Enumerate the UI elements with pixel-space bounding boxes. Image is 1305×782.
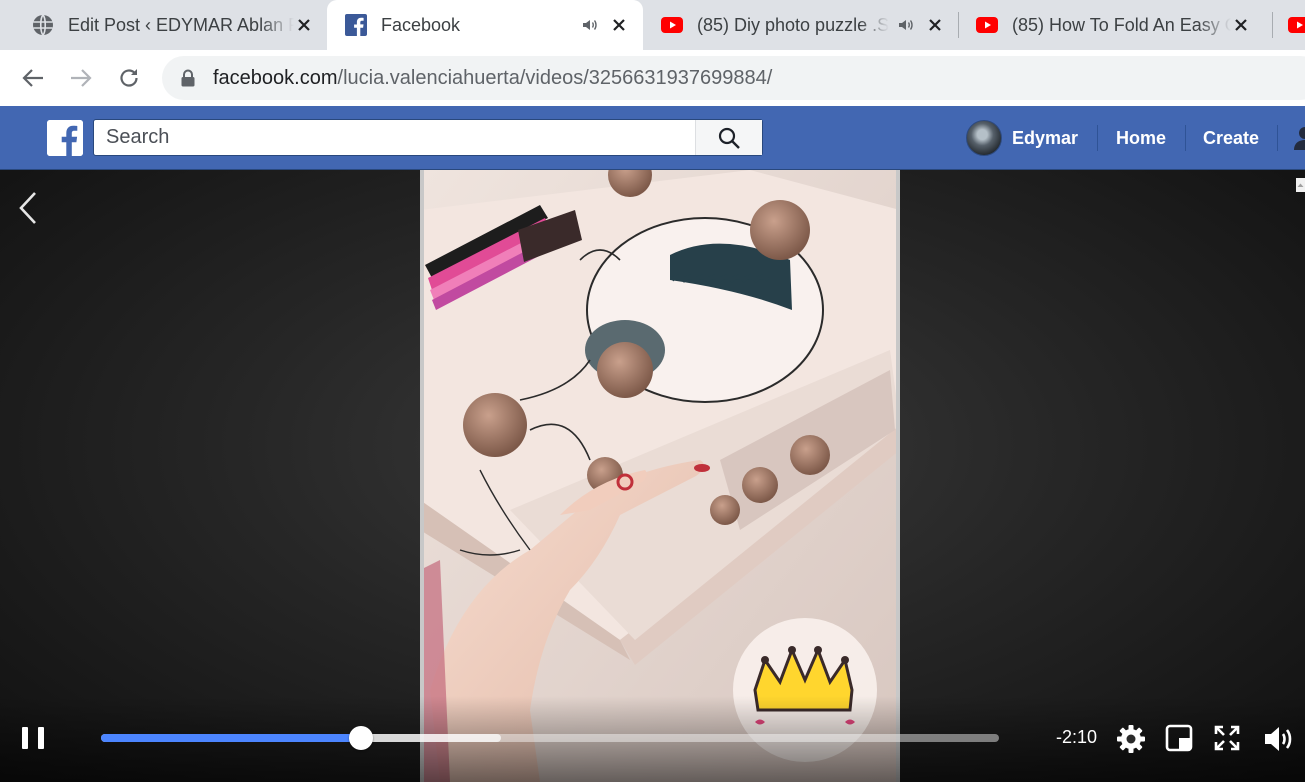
close-icon[interactable] (294, 15, 314, 35)
progress-played (101, 734, 362, 742)
browser-tab-diy-photo-puzzle[interactable]: (85) Diy photo puzzle .S (643, 0, 959, 50)
avatar (966, 120, 1002, 156)
progress-scrubber-handle[interactable] (349, 726, 374, 750)
browser-tab-fold-easy[interactable]: (85) How To Fold An Easy O (959, 0, 1265, 50)
youtube-icon (976, 14, 998, 36)
address-bar[interactable]: facebook.com/lucia.valenciahuerta/videos… (162, 56, 1305, 100)
close-icon[interactable] (1231, 15, 1251, 35)
youtube-icon (1288, 14, 1305, 36)
nav-divider (1097, 125, 1098, 151)
facebook-header: Edymar Home Create (0, 106, 1305, 170)
search-icon (718, 127, 740, 149)
chevron-left-icon[interactable] (16, 190, 40, 226)
speaker-icon[interactable] (897, 16, 915, 34)
browser-tab-strip: Edit Post ‹ EDYMAR Ablan P Facebook (85)… (0, 0, 1305, 50)
video-stage (0, 170, 1305, 782)
reload-icon[interactable] (115, 64, 143, 92)
nav-divider (1277, 125, 1278, 151)
scroll-up-arrow-icon[interactable] (1296, 178, 1305, 192)
browser-tab-edit-post[interactable]: Edit Post ‹ EDYMAR Ablan P (12, 0, 328, 50)
picture-in-picture-icon[interactable] (1165, 724, 1195, 754)
fullscreen-icon[interactable] (1213, 724, 1243, 754)
search-button[interactable] (695, 120, 762, 155)
tab-title: (85) How To Fold An Easy O (1012, 14, 1231, 35)
pause-icon (22, 727, 28, 749)
tab-title: Edit Post ‹ EDYMAR Ablan P (68, 14, 294, 35)
back-arrow-icon[interactable] (19, 64, 47, 92)
url-text[interactable]: facebook.com/lucia.valenciahuerta/videos… (213, 67, 772, 90)
close-icon[interactable] (609, 15, 629, 35)
browser-toolbar: facebook.com/lucia.valenciahuerta/videos… (0, 50, 1305, 106)
search-input[interactable] (94, 120, 695, 155)
facebook-logo-icon[interactable] (47, 120, 83, 156)
volume-icon[interactable] (1263, 724, 1297, 754)
tab-title: Facebook (381, 14, 461, 35)
friends-icon[interactable] (1292, 124, 1305, 154)
browser-tab-overflow[interactable] (1288, 0, 1305, 50)
pause-icon (38, 727, 44, 749)
nav-divider (1185, 125, 1186, 151)
tab-separator (1272, 12, 1273, 38)
home-link[interactable]: Home (1116, 120, 1166, 156)
url-path: /lucia.valenciahuerta/videos/32566319376… (337, 66, 773, 89)
lock-icon[interactable] (180, 69, 196, 87)
tab-title: (85) Diy photo puzzle .S (697, 14, 889, 35)
globe-icon (32, 14, 54, 36)
close-icon[interactable] (925, 15, 945, 35)
pause-button[interactable] (22, 727, 44, 751)
profile-name: Edymar (1012, 127, 1079, 148)
forward-arrow-icon[interactable] (67, 64, 95, 92)
url-host: facebook.com (213, 66, 338, 89)
video-frame-image (420, 170, 900, 782)
progress-bar[interactable] (101, 726, 999, 750)
facebook-search-box (93, 119, 763, 156)
time-remaining: -2:10 (1056, 727, 1098, 747)
profile-link[interactable]: Edymar (966, 120, 1078, 156)
facebook-icon (345, 14, 367, 36)
settings-gear-icon[interactable] (1116, 724, 1146, 754)
video-frame[interactable] (420, 170, 900, 782)
browser-tab-facebook[interactable]: Facebook (327, 0, 643, 50)
youtube-icon (661, 14, 683, 36)
video-controls: -2:10 (0, 696, 1305, 782)
speaker-icon[interactable] (581, 16, 599, 34)
create-link[interactable]: Create (1203, 120, 1259, 156)
